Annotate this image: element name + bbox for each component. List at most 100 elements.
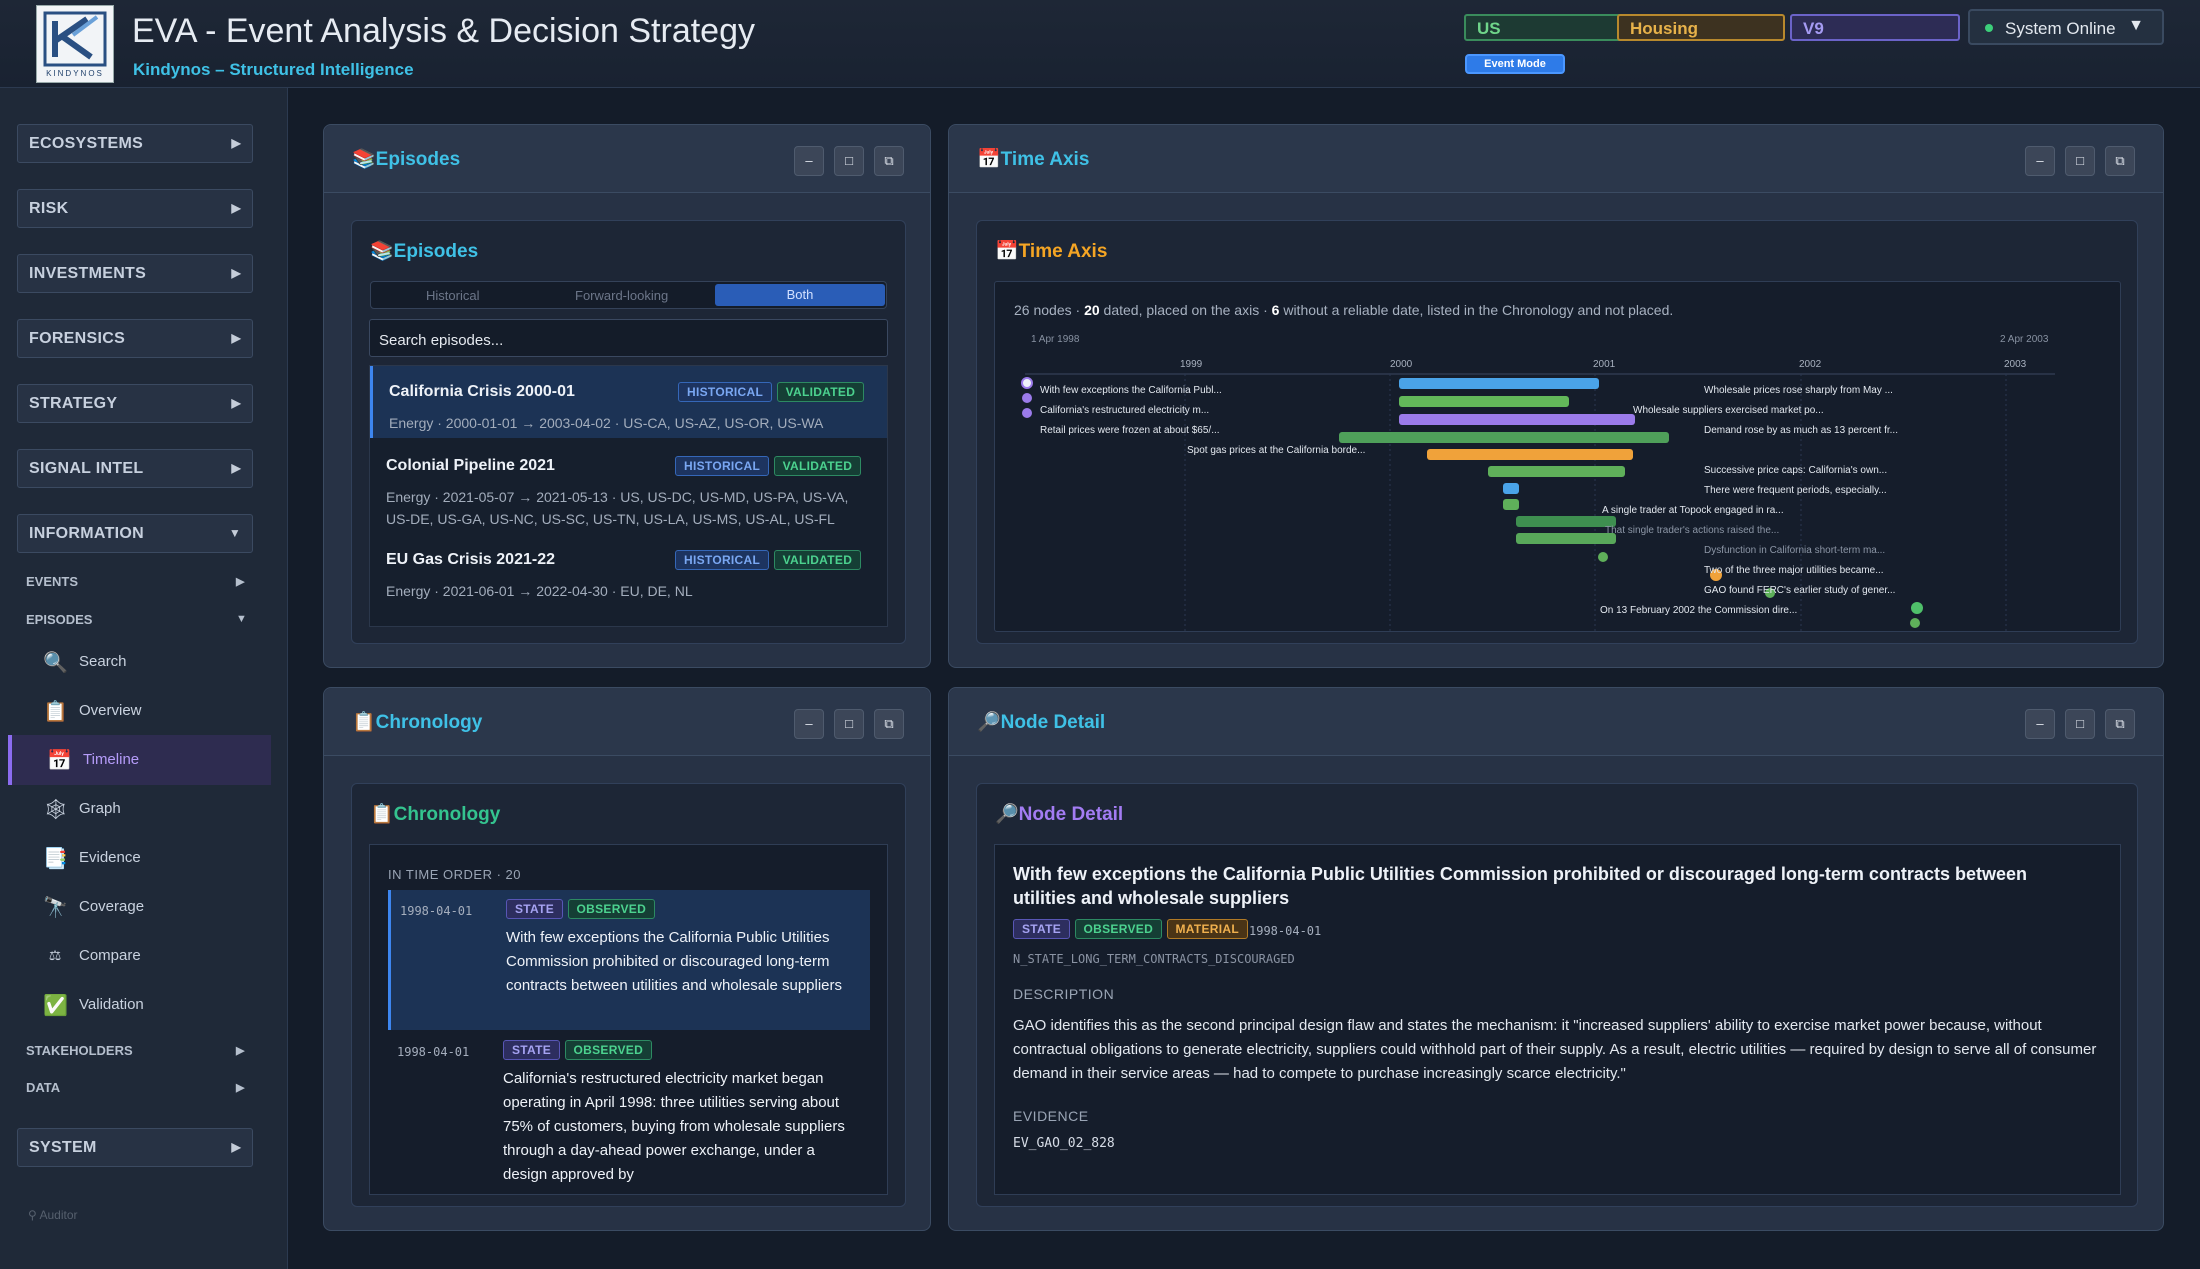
event-bar[interactable] (1488, 466, 1625, 477)
popout-button[interactable]: ⧉ (874, 146, 904, 176)
event-label[interactable]: Successive price caps: California's own.… (1704, 465, 1887, 476)
sidebar-item-timeline[interactable]: 📅 Timeline (8, 735, 271, 785)
popout-button[interactable]: ⧉ (2105, 146, 2135, 176)
sidebar-item-episodes[interactable]: EPISODES ▼ (26, 612, 247, 627)
sidebar-item-stakeholders[interactable]: STAKEHOLDERS ▶ (26, 1043, 244, 1058)
event-bar[interactable] (1503, 483, 1519, 494)
system-status-select[interactable]: System Online ▼ (1968, 9, 2164, 45)
event-point[interactable] (1598, 552, 1608, 562)
episode-name: Colonial Pipeline 2021 (386, 457, 555, 474)
sidebar-investments[interactable]: INVESTMENTS ▶ (17, 254, 253, 293)
event-bar[interactable] (1516, 516, 1616, 527)
event-label[interactable]: GAO found FERC's earlier study of gener.… (1704, 585, 1895, 596)
validated-badge: VALIDATED (773, 550, 862, 570)
event-mode-button[interactable]: Event Mode (1465, 54, 1565, 74)
version-chip[interactable]: V9 (1790, 14, 1960, 41)
minimize-button[interactable]: – (794, 146, 824, 176)
year-tick-label: 2001 (1593, 359, 1616, 370)
event-bar[interactable] (1516, 533, 1616, 544)
historical-badge: HISTORICAL (678, 382, 773, 402)
event-label[interactable]: Demand rose by as much as 13 percent fr.… (1704, 425, 1898, 436)
sidebar-item-evidence[interactable]: 📑 Evidence (8, 835, 271, 881)
tab-both[interactable]: Both (715, 284, 885, 306)
year-tick-label: 2000 (1390, 359, 1413, 370)
sidebar-item-data[interactable]: DATA ▶ (26, 1080, 244, 1095)
episode-meta: Energy · 2021-05-07 → 2021-05-13 · US, U… (386, 489, 849, 527)
sidebar-forensics[interactable]: FORENSICS ▶ (17, 319, 253, 358)
node-id: N_STATE_LONG_TERM_CONTRACTS_DISCOURAGED (1013, 952, 1295, 966)
list-item[interactable]: Colonial Pipeline 2021 HISTORICAL VALIDA… (370, 440, 870, 534)
sidebar-strategy[interactable]: STRATEGY ▶ (17, 384, 253, 423)
event-label[interactable]: Wholesale suppliers exercised market po.… (1633, 405, 1824, 416)
event-label[interactable]: That single trader's actions raised the.… (1605, 525, 1779, 536)
minimize-button[interactable]: – (2025, 146, 2055, 176)
sector-chip[interactable]: Housing (1617, 14, 1785, 41)
list-item[interactable]: 1998-04-01 STATE OBSERVED California's r… (388, 1031, 870, 1194)
minimize-button[interactable]: – (2025, 709, 2055, 739)
observed-badge: OBSERVED (567, 899, 656, 919)
sidebar-item-validation[interactable]: ✅ Validation (8, 982, 271, 1028)
event-point-selected[interactable] (1021, 377, 1033, 389)
sidebar-item-label: RISK (29, 200, 69, 217)
chevron-right-icon: ▶ (231, 331, 241, 345)
event-point[interactable] (1022, 408, 1032, 418)
observed-badge: OBSERVED (1074, 919, 1163, 939)
popout-button[interactable]: ⧉ (2105, 709, 2135, 739)
event-label[interactable]: On 13 February 2002 the Commission dire.… (1600, 605, 1797, 616)
sidebar-item-overview[interactable]: 📋 Overview (8, 688, 271, 734)
episode-search-input[interactable]: Search episodes... (369, 319, 888, 357)
event-label[interactable]: Dysfunction in California short-term ma.… (1704, 545, 1885, 556)
card-title: 📚Episodes (370, 241, 479, 262)
event-point[interactable] (1911, 602, 1923, 614)
sidebar-item-graph[interactable]: 🕸 Graph (8, 786, 271, 832)
tab-historical[interactable]: Historical (426, 288, 479, 303)
sidebar-item-compare[interactable]: ⚖ Compare (8, 933, 271, 979)
tab-forward-looking[interactable]: Forward-looking (575, 288, 668, 303)
event-bar[interactable] (1339, 432, 1669, 443)
maximize-button[interactable]: □ (834, 146, 864, 176)
sidebar-risk[interactable]: RISK ▶ (17, 189, 253, 228)
event-point[interactable] (1910, 618, 1920, 628)
telescope-icon: 🔭 (43, 897, 68, 919)
sidebar-item-events[interactable]: EVENTS ▶ (26, 574, 244, 589)
auditor-label: ⚲ Auditor (28, 1208, 78, 1222)
event-label[interactable]: Retail prices were frozen at about $65/.… (1040, 425, 1220, 436)
chevron-right-icon: ▶ (231, 201, 241, 215)
event-label[interactable]: Spot gas prices at the California borde.… (1187, 445, 1365, 456)
popout-button[interactable]: ⧉ (874, 709, 904, 739)
maximize-button[interactable]: □ (2065, 146, 2095, 176)
sidebar-item-search[interactable]: 🔍 Search (8, 639, 271, 685)
maximize-button[interactable]: □ (834, 709, 864, 739)
maximize-button[interactable]: □ (2065, 709, 2095, 739)
books-icon: 📚 (352, 149, 376, 170)
state-badge: STATE (1013, 919, 1071, 939)
sidebar-item-label: EPISODES (26, 612, 93, 627)
sidebar-item-label: Validation (79, 996, 144, 1013)
sidebar-system[interactable]: SYSTEM ▶ (17, 1128, 253, 1167)
event-label[interactable]: There were frequent periods, especially.… (1704, 485, 1887, 496)
sidebar-ecosystems[interactable]: ECOSYSTEMS ▶ (17, 124, 253, 163)
magnifier-icon: 🔎 (995, 804, 1019, 825)
sidebar-signal-intel[interactable]: SIGNAL INTEL ▶ (17, 449, 253, 488)
list-item[interactable]: 1998-04-01 STATE OBSERVED With few excep… (388, 890, 870, 1030)
event-bar[interactable] (1503, 499, 1519, 510)
event-label[interactable]: Two of the three major utilities became.… (1704, 565, 1884, 576)
event-label[interactable]: With few exceptions the California Publ.… (1040, 385, 1222, 396)
event-label[interactable]: California's restructured electricity m.… (1040, 405, 1209, 416)
year-ticks: 1999 2000 2001 2002 2003 (1180, 359, 2027, 633)
list-item[interactable]: California Crisis 2000-01 HISTORICAL VAL… (370, 366, 887, 438)
minimize-button[interactable]: – (794, 709, 824, 739)
evidence-id[interactable]: EV_GAO_02_828 (1013, 1136, 1115, 1151)
event-bar[interactable] (1399, 414, 1635, 425)
list-item[interactable]: EU Gas Crisis 2021-22 HISTORICAL VALIDAT… (370, 534, 870, 614)
chevron-right-icon: ▶ (231, 266, 241, 280)
sidebar-item-coverage[interactable]: 🔭 Coverage (8, 884, 271, 930)
sidebar-information[interactable]: INFORMATION ▼ (17, 514, 253, 553)
event-point[interactable] (1022, 393, 1032, 403)
event-label[interactable]: Wholesale prices rose sharply from May .… (1704, 385, 1893, 396)
event-bar[interactable] (1399, 396, 1569, 407)
event-bar[interactable] (1399, 378, 1599, 389)
event-bar[interactable] (1427, 449, 1633, 460)
episode-type-toggle: Historical Forward-looking Both (370, 281, 887, 309)
event-label[interactable]: A single trader at Topock engaged in ra.… (1602, 505, 1784, 516)
